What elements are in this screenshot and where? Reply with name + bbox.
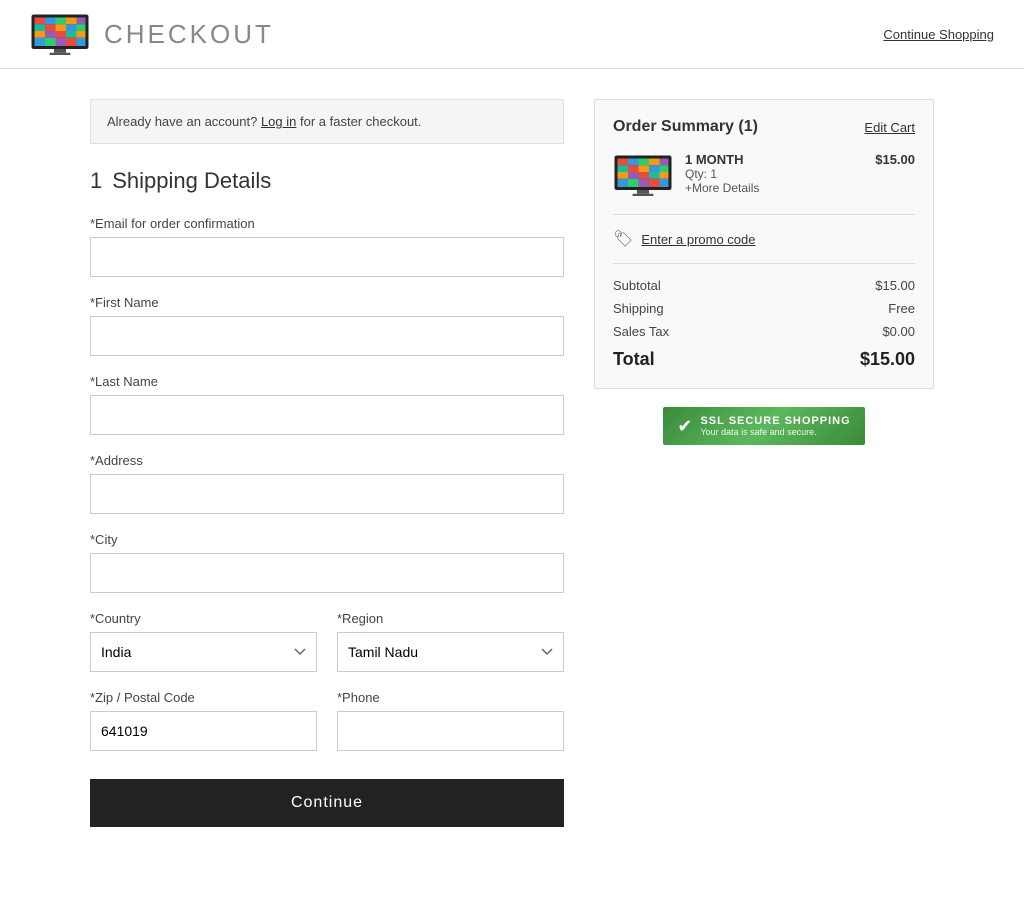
item-name: 1 MONTH <box>685 152 863 167</box>
logo-icon <box>30 10 90 58</box>
item-qty: Qty: 1 <box>685 167 863 181</box>
promo-icon: 🏷 <box>613 229 633 249</box>
ssl-check-icon: ✔ <box>677 416 692 437</box>
email-input[interactable] <box>90 237 564 277</box>
first-name-label: *First Name <box>90 295 564 310</box>
address-label: *Address <box>90 453 564 468</box>
continue-button[interactable]: Continue <box>90 779 564 827</box>
city-label: *City <box>90 532 564 547</box>
promo-section: 🏷 Enter a promo code <box>613 229 915 264</box>
address-group: *Address <box>90 453 564 514</box>
ssl-badge: ✔ SSL SECURE SHOPPING Your data is safe … <box>594 407 934 445</box>
phone-label: *Phone <box>337 690 564 705</box>
total-label: Total <box>613 349 655 370</box>
subtotal-value: $15.00 <box>875 278 915 293</box>
order-summary-title: Order Summary (1) <box>613 118 758 136</box>
login-banner: Already have an account? Log in for a fa… <box>90 99 564 144</box>
country-group: *Country India United States United King… <box>90 611 317 672</box>
tax-value: $0.00 <box>882 324 915 339</box>
item-price: $15.00 <box>875 152 915 198</box>
shipping-label: Shipping <box>613 301 664 316</box>
ssl-badge-inner: ✔ SSL SECURE SHOPPING Your data is safe … <box>663 407 864 445</box>
right-panel: Order Summary (1) Edit Cart <box>594 99 934 445</box>
city-group: *City <box>90 532 564 593</box>
first-name-input[interactable] <box>90 316 564 356</box>
last-name-group: *Last Name <box>90 374 564 435</box>
email-label: *Email for order confirmation <box>90 216 564 231</box>
header: CHECKOUT Continue Shopping <box>0 0 1024 69</box>
country-select[interactable]: India United States United Kingdom Canad… <box>90 632 317 672</box>
country-label: *Country <box>90 611 317 626</box>
page-title: CHECKOUT <box>104 19 274 50</box>
phone-input[interactable] <box>337 711 564 751</box>
shipping-line: Shipping Free <box>613 301 915 316</box>
last-name-input[interactable] <box>90 395 564 435</box>
email-group: *Email for order confirmation <box>90 216 564 277</box>
tax-line: Sales Tax $0.00 <box>613 324 915 339</box>
main-content: Already have an account? Log in for a fa… <box>0 69 1024 857</box>
ssl-text: SSL SECURE SHOPPING Your data is safe an… <box>700 415 850 437</box>
total-line: Total $15.00 <box>613 349 915 370</box>
city-input[interactable] <box>90 553 564 593</box>
order-item-image <box>613 152 673 198</box>
edit-cart-link[interactable]: Edit Cart <box>864 120 915 135</box>
zip-input[interactable] <box>90 711 317 751</box>
subtotal-label: Subtotal <box>613 278 661 293</box>
region-label: *Region <box>337 611 564 626</box>
item-more-details[interactable]: +More Details <box>685 181 863 195</box>
first-name-group: *First Name <box>90 295 564 356</box>
address-input[interactable] <box>90 474 564 514</box>
promo-link[interactable]: Enter a promo code <box>641 232 755 247</box>
left-panel: Already have an account? Log in for a fa… <box>90 99 564 827</box>
login-banner-text-before: Already have an account? <box>107 114 257 129</box>
zip-phone-row: *Zip / Postal Code *Phone <box>90 690 564 769</box>
header-left: CHECKOUT <box>30 10 274 58</box>
section-title: 1 Shipping Details <box>90 168 564 194</box>
country-region-row: *Country India United States United King… <box>90 611 564 690</box>
subtotal-line: Subtotal $15.00 <box>613 278 915 293</box>
zip-group: *Zip / Postal Code <box>90 690 317 751</box>
region-select[interactable]: Tamil Nadu Karnataka Maharashtra Delhi K… <box>337 632 564 672</box>
region-group: *Region Tamil Nadu Karnataka Maharashtra… <box>337 611 564 672</box>
ssl-subtitle: Your data is safe and secure. <box>700 427 850 437</box>
shipping-value: Free <box>888 301 915 316</box>
order-summary-box: Order Summary (1) Edit Cart <box>594 99 934 389</box>
continue-shopping-link[interactable]: Continue Shopping <box>883 27 994 42</box>
ssl-title: SSL SECURE SHOPPING <box>700 415 850 427</box>
section-number: 1 <box>90 168 102 194</box>
zip-label: *Zip / Postal Code <box>90 690 317 705</box>
order-item: 1 MONTH Qty: 1 +More Details $15.00 <box>613 152 915 215</box>
last-name-label: *Last Name <box>90 374 564 389</box>
login-banner-text-after: for a faster checkout. <box>300 114 421 129</box>
phone-group: *Phone <box>337 690 564 751</box>
login-link[interactable]: Log in <box>261 114 296 129</box>
total-value: $15.00 <box>860 349 915 370</box>
order-item-details: 1 MONTH Qty: 1 +More Details <box>685 152 863 198</box>
tax-label: Sales Tax <box>613 324 669 339</box>
order-summary-header: Order Summary (1) Edit Cart <box>613 118 915 136</box>
section-title-text: Shipping Details <box>112 168 271 194</box>
